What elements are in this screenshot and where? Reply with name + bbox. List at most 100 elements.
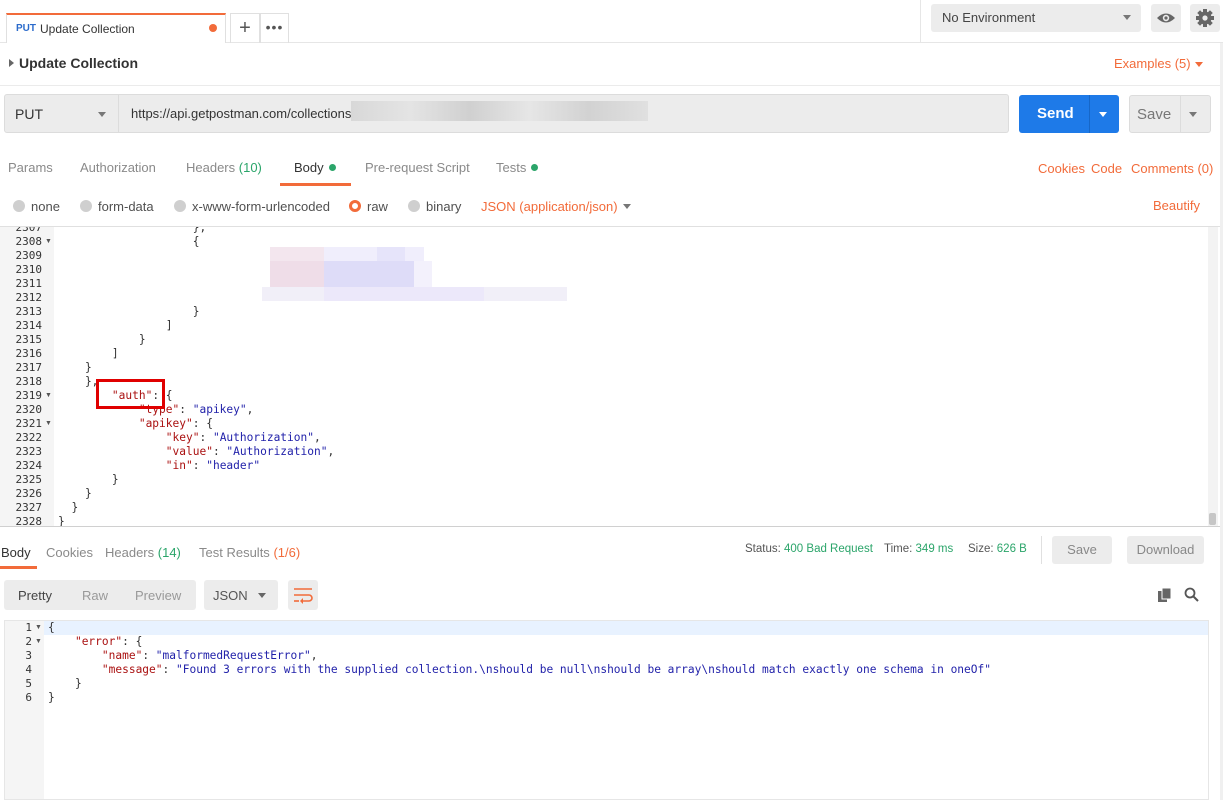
eye-icon (1157, 13, 1175, 23)
radio-form-data[interactable]: form-data (80, 199, 154, 214)
fold-toggle-icon[interactable]: ▼ (45, 238, 52, 245)
radio-circle-icon (13, 200, 25, 212)
unsaved-dot-icon (209, 24, 217, 32)
json-punct: : (142, 649, 156, 662)
view-raw-button[interactable]: Raw (82, 588, 108, 603)
json-string: "apikey" (192, 403, 247, 416)
request-title[interactable]: Update Collection (19, 55, 138, 71)
response-tab-cookies[interactable]: Cookies (46, 545, 93, 560)
tab-pre-request-script[interactable]: Pre-request Script (365, 160, 470, 175)
code-link[interactable]: Code (1091, 161, 1122, 176)
tab-tests[interactable]: Tests (496, 160, 539, 175)
beautify-button[interactable]: Beautify (1153, 198, 1200, 213)
tab-headers[interactable]: Headers (10) (186, 160, 262, 175)
view-pretty-button[interactable]: Pretty (18, 588, 52, 603)
search-icon[interactable] (1184, 587, 1199, 602)
json-punct: : (162, 663, 176, 676)
status-label: Status: (745, 543, 781, 555)
request-tab[interactable]: PUT Update Collection (6, 13, 226, 43)
line-number: 2319 (15, 389, 43, 402)
code-line: } (58, 487, 92, 500)
radio-binary[interactable]: binary (408, 199, 461, 214)
content-type-select[interactable]: JSON (application/json) (481, 199, 618, 214)
divider (1180, 96, 1181, 132)
redacted-content (262, 247, 567, 301)
chevron-down-icon (1123, 15, 1131, 20)
json-punct: : (192, 459, 207, 472)
line-number: 2 (25, 635, 32, 648)
response-tab-body[interactable]: Body (1, 545, 31, 560)
chevron-down-icon[interactable] (1189, 112, 1197, 117)
send-button[interactable]: Send (1019, 95, 1119, 133)
more-tabs-button[interactable]: ••• (260, 13, 289, 43)
code-line: "value": "Authorization", (58, 445, 334, 458)
radio-label: x-www-form-urlencoded (192, 199, 330, 214)
response-tab-test-results[interactable]: Test Results (1/6) (199, 545, 300, 560)
tab-label: Authorization (80, 160, 156, 175)
line-number: 1 (25, 621, 32, 634)
download-response-button[interactable]: Download (1127, 536, 1204, 564)
chevron-down-icon (258, 593, 266, 598)
active-tab-indicator (0, 566, 37, 569)
json-key: "error" (74, 635, 123, 648)
response-body-viewer[interactable]: 1 ▼ {2 ▼ "error": {3 "name": "malformedRequ… (4, 620, 1209, 800)
chevron-down-icon[interactable] (1195, 62, 1203, 67)
json-punct: : (199, 431, 213, 444)
line-number: 2318 (15, 375, 43, 388)
line-number: 2312 (15, 291, 43, 304)
fold-toggle-icon[interactable]: ▼ (35, 638, 42, 645)
line-number: 2316 (15, 347, 43, 360)
json-punct: : (179, 403, 193, 416)
code-line: } (58, 515, 65, 527)
environment-quick-look-button[interactable] (1151, 4, 1181, 32)
tab-label: Tests (496, 160, 527, 175)
comments-link[interactable]: Comments (0) (1131, 161, 1213, 176)
tab-label: Cookies (46, 545, 93, 560)
code-line: "message": "Found 3 errors with the supp… (48, 663, 991, 676)
tab-label: Body (1, 545, 31, 560)
chevron-down-icon[interactable] (623, 204, 631, 209)
response-time: Time: 349 ms (884, 543, 953, 555)
scrollbar[interactable] (1208, 227, 1218, 526)
response-tab-headers[interactable]: Headers (14) (105, 545, 181, 560)
tab-params[interactable]: Params (8, 160, 53, 175)
response-format-select[interactable]: JSON (204, 580, 278, 610)
json-punct: : { (192, 417, 213, 430)
tab-count: (14) (157, 545, 181, 560)
radio-none[interactable]: none (13, 199, 60, 214)
tab-body[interactable]: Body (294, 160, 336, 175)
tab-authorization[interactable]: Authorization (80, 160, 156, 175)
line-number: 2324 (15, 459, 43, 472)
radio-raw[interactable]: raw (349, 199, 388, 214)
view-preview-button[interactable]: Preview (135, 588, 181, 603)
radio-label: form-data (98, 199, 154, 214)
fold-toggle-icon[interactable]: ▼ (45, 420, 52, 427)
wrap-lines-icon (294, 588, 313, 604)
radio-circle-icon (80, 200, 92, 212)
caret-right-icon[interactable] (9, 59, 14, 67)
wrap-lines-button[interactable] (288, 580, 318, 610)
copy-icon[interactable] (1158, 588, 1172, 602)
method-select[interactable]: PUT (4, 94, 119, 133)
request-body-editor[interactable]: 2307 }, 2308 ▼ {2309 2310 2311 2312 2313 } 2314… (0, 226, 1220, 527)
new-tab-button[interactable]: + (230, 13, 260, 43)
tab-label: Headers (105, 545, 155, 560)
fold-toggle-icon[interactable]: ▼ (35, 624, 42, 631)
save-button[interactable]: Save (1129, 95, 1211, 133)
scrollbar-thumb[interactable] (1209, 513, 1216, 525)
examples-dropdown[interactable]: Examples (5) (1114, 56, 1191, 71)
radio-x-www-form-urlencoded[interactable]: x-www-form-urlencoded (174, 199, 330, 214)
status-dot-icon (328, 164, 336, 171)
environment-select[interactable]: No Environment (931, 4, 1141, 32)
cookies-link[interactable]: Cookies (1038, 161, 1085, 176)
line-number: 2320 (15, 403, 43, 416)
chevron-down-icon[interactable] (1099, 112, 1107, 117)
json-string: "Found 3 errors with the supplied collec… (176, 663, 991, 676)
save-response-button[interactable]: Save (1052, 536, 1112, 564)
radio-selected-icon (349, 200, 361, 212)
fold-toggle-icon[interactable]: ▼ (45, 392, 52, 399)
manage-environments-button[interactable] (1190, 4, 1220, 32)
